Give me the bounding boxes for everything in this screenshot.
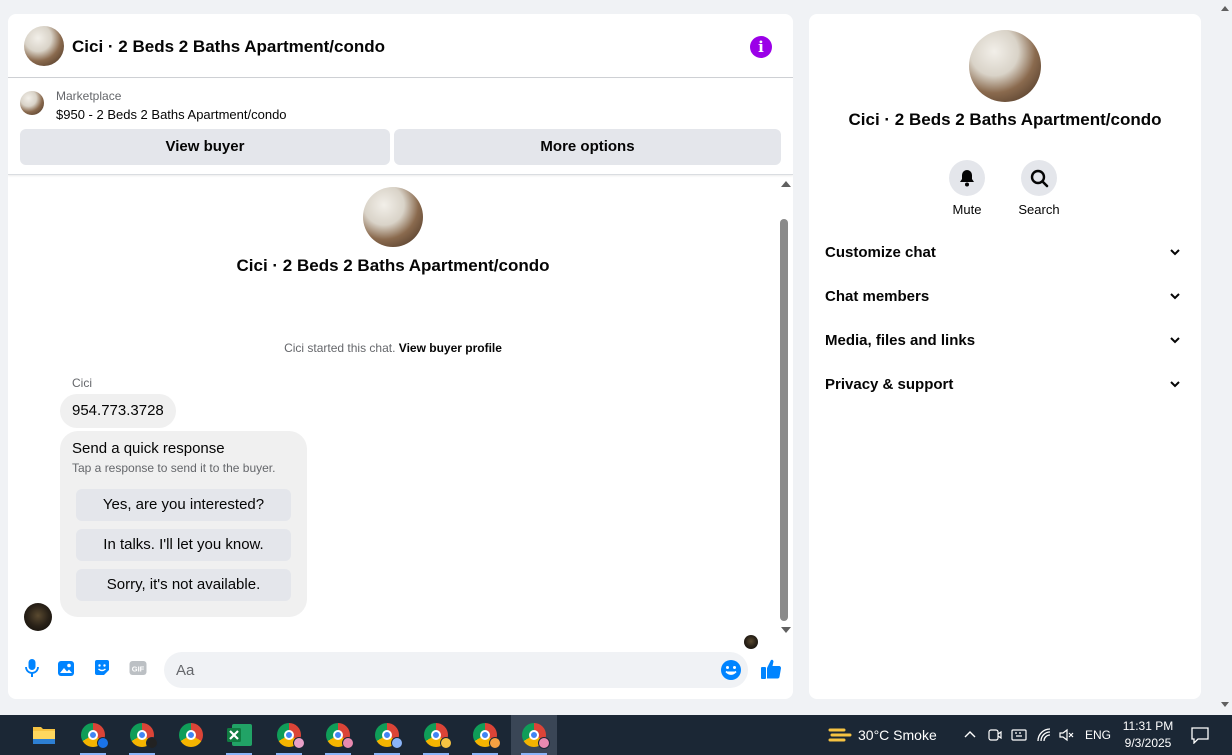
search-button[interactable]: Search (1009, 160, 1069, 217)
chrome-icon[interactable] (266, 715, 312, 755)
chrome-icon[interactable] (511, 715, 557, 755)
view-buyer-profile-link[interactable]: View buyer profile (399, 341, 502, 355)
quick-response-in-talks-button[interactable]: In talks. I'll let you know. (76, 529, 291, 561)
chat-panel: Cici · 2 Beds 2 Baths Apartment/condo i … (8, 14, 793, 699)
search-icon[interactable] (1021, 160, 1057, 196)
emoji-icon[interactable] (720, 659, 742, 681)
section-label: Customize chat (825, 244, 936, 261)
message-list[interactable]: Cici · 2 Beds 2 Baths Apartment/condo Ci… (8, 176, 793, 649)
chevron-down-icon (1170, 249, 1180, 256)
photo-icon[interactable] (56, 658, 76, 678)
notification-center-icon[interactable] (1190, 726, 1210, 744)
view-buyer-button[interactable]: View buyer (20, 129, 390, 165)
listing-thumbnail[interactable] (20, 91, 44, 115)
message-bubble[interactable]: 954.773.3728 (60, 394, 176, 428)
weather-widget[interactable]: 30°C Smoke (826, 715, 956, 755)
section-label: Privacy & support (825, 376, 954, 393)
side-title: Cici · 2 Beds 2 Baths Apartment/condo (848, 110, 1162, 129)
gif-icon[interactable]: GIF (128, 658, 148, 678)
listing-banner: Marketplace $950 - 2 Beds 2 Baths Apartm… (8, 79, 793, 175)
mute-button[interactable]: Mute (937, 160, 997, 217)
mute-label: Mute (952, 202, 982, 217)
scroll-down-arrow-icon[interactable] (781, 627, 791, 633)
chat-avatar[interactable] (24, 26, 64, 66)
file-explorer-icon[interactable] (21, 715, 67, 755)
section-customize-chat[interactable]: Customize chat (825, 244, 1185, 268)
scroll-thumb[interactable] (780, 219, 788, 621)
side-avatar[interactable] (969, 30, 1041, 102)
section-label: Media, files and links (825, 332, 976, 349)
quick-response-yes-button[interactable]: Yes, are you interested? (76, 489, 291, 521)
chevron-up-icon[interactable] (964, 729, 976, 741)
chat-title[interactable]: Cici · 2 Beds 2 Baths Apartment/condo (72, 37, 385, 57)
window-scroll-down-icon[interactable] (1221, 702, 1229, 707)
listing-item[interactable]: $950 - 2 Beds 2 Baths Apartment/condo (56, 107, 287, 122)
chevron-down-icon (1170, 381, 1180, 388)
chrome-icon[interactable] (119, 715, 165, 755)
chrome-icon[interactable] (462, 715, 508, 755)
sender-name: Cici (72, 376, 92, 390)
listing-source: Marketplace (56, 89, 122, 103)
bell-icon[interactable] (949, 160, 985, 196)
excel-icon[interactable] (216, 715, 262, 755)
conversation-info-panel: Cici · 2 Beds 2 Baths Apartment/condo Mu… (809, 14, 1201, 699)
quick-response-sorry-button[interactable]: Sorry, it's not available. (76, 569, 291, 601)
window-scroll-up-icon[interactable] (1221, 6, 1229, 11)
section-label: Chat members (825, 288, 930, 305)
chat-header: Cici · 2 Beds 2 Baths Apartment/condo i (8, 14, 793, 78)
seen-indicator-avatar (744, 635, 758, 649)
smoke-icon (828, 728, 852, 742)
intro-avatar (363, 187, 423, 247)
section-privacy-support[interactable]: Privacy & support (825, 376, 1185, 400)
svg-text:GIF: GIF (132, 665, 145, 674)
section-media-files-links[interactable]: Media, files and links (825, 332, 1185, 356)
clock[interactable]: 11:31 PM 9/3/2025 (1118, 718, 1178, 752)
quick-response-subtitle: Tap a response to send it to the buyer. (72, 461, 276, 475)
chrome-icon[interactable] (315, 715, 361, 755)
quick-response-card: Send a quick response Tap a response to … (60, 431, 307, 617)
chat-started-text: Cici started this chat. (284, 341, 396, 355)
clock-time: 11:31 PM (1122, 719, 1174, 733)
meet-now-icon[interactable] (988, 727, 1002, 743)
chrome-icon[interactable] (364, 715, 410, 755)
chrome-icon[interactable] (70, 715, 116, 755)
clock-date: 9/3/2025 (1124, 736, 1172, 750)
more-options-button[interactable]: More options (394, 129, 781, 165)
quick-response-title: Send a quick response (72, 440, 225, 457)
search-label: Search (1018, 202, 1060, 217)
chevron-down-icon (1170, 293, 1180, 300)
message-input[interactable] (164, 652, 748, 688)
weather-text: 30°C Smoke (858, 727, 937, 743)
section-chat-members[interactable]: Chat members (825, 288, 1185, 312)
chrome-icon[interactable] (168, 715, 214, 755)
sender-avatar[interactable] (24, 603, 52, 631)
wifi-icon[interactable] (1036, 727, 1052, 743)
intro-title: Cici · 2 Beds 2 Baths Apartment/condo (236, 256, 550, 275)
like-icon[interactable] (759, 657, 783, 681)
microphone-icon[interactable] (22, 658, 42, 678)
message-composer: GIF (8, 650, 793, 690)
chevron-down-icon (1170, 337, 1180, 344)
taskbar: 30°C Smoke ENG 11:31 PM 9/3/2025 (0, 715, 1232, 755)
chat-started-line: Cici started this chat. View buyer profi… (8, 341, 778, 355)
language-indicator[interactable]: ENG (1085, 728, 1111, 742)
scroll-up-arrow-icon[interactable] (781, 181, 791, 187)
sticker-icon[interactable] (92, 658, 112, 678)
info-icon[interactable]: i (750, 36, 772, 58)
input-indicator-icon[interactable] (1011, 727, 1027, 743)
chrome-icon[interactable] (413, 715, 459, 755)
message-scrollbar[interactable] (778, 176, 792, 646)
volume-muted-icon[interactable] (1058, 727, 1074, 743)
